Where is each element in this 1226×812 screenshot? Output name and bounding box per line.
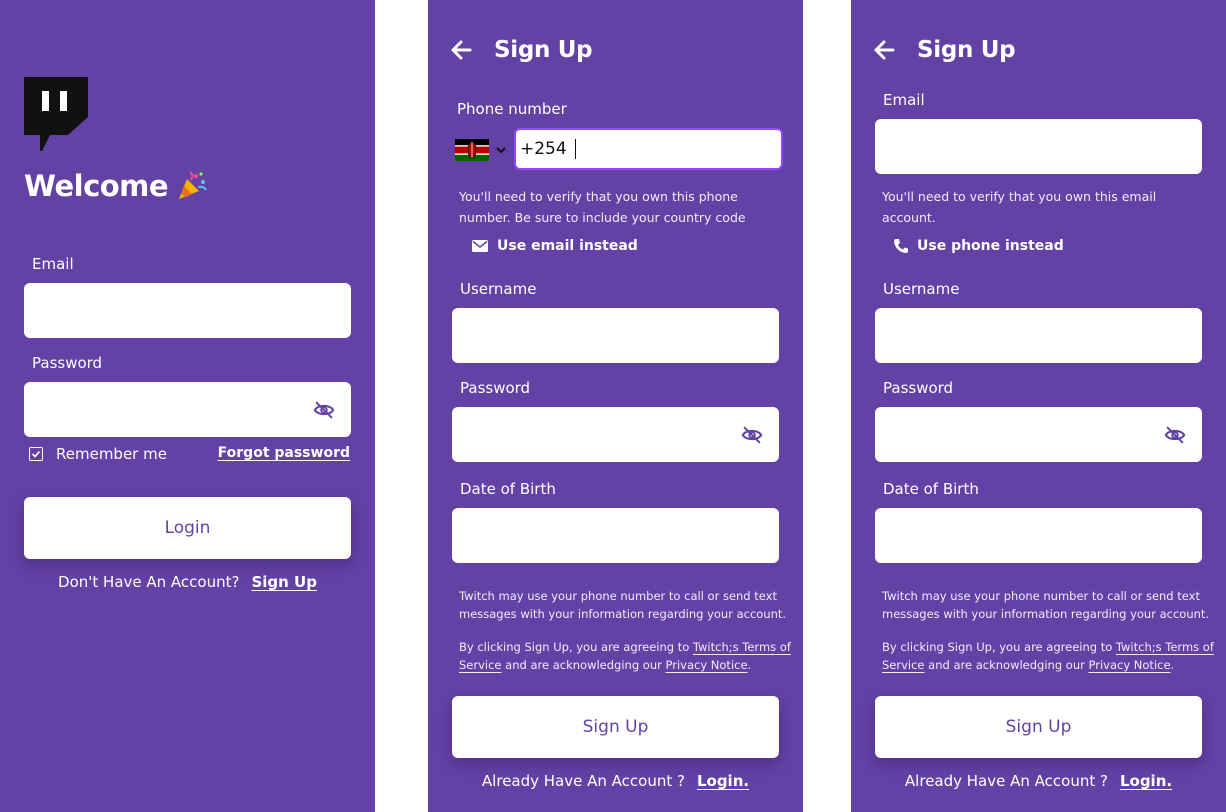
chevron-down-icon	[496, 147, 506, 154]
have-account-text: Already Have An Account ?	[904, 772, 1108, 790]
back-arrow-icon[interactable]	[450, 40, 472, 60]
check-icon	[31, 450, 41, 458]
welcome-text: Welcome	[24, 169, 169, 203]
eye-off-icon[interactable]	[313, 399, 335, 421]
verify-note: You'll need to verify that you own this …	[882, 189, 1157, 225]
back-arrow-icon[interactable]	[873, 40, 895, 60]
terms-prefix: By clicking Sign Up, you are agreeing to	[882, 640, 1113, 654]
eye-off-icon[interactable]	[1164, 424, 1186, 446]
email-input[interactable]	[24, 283, 351, 338]
use-email-toggle[interactable]: Use email instead	[472, 236, 638, 256]
sms-notice: Twitch may use your phone number to call…	[459, 589, 787, 621]
login-link[interactable]: Login.	[1120, 772, 1172, 790]
username-label: Username	[460, 280, 537, 298]
remember-label: Remember me	[56, 445, 167, 463]
terms-prefix: By clicking Sign Up, you are agreeing to	[459, 640, 690, 654]
login-link[interactable]: Login.	[697, 772, 749, 790]
login-prompt: Already Have An Account ? Login.	[851, 772, 1226, 790]
phone-input[interactable]: +254	[514, 128, 783, 170]
verify-note: You'll need to verify that you own this …	[459, 189, 746, 225]
have-account-text: Already Have An Account ?	[481, 772, 685, 790]
forgot-password-link[interactable]: Forgot password	[218, 445, 350, 461]
use-phone-label: Use phone instead	[917, 238, 1064, 254]
mail-icon	[472, 240, 488, 252]
terms-end: .	[747, 658, 752, 672]
email-label: Email	[883, 91, 925, 109]
login-prompt: Already Have An Account ? Login.	[428, 772, 803, 790]
page-title: Sign Up	[494, 37, 593, 63]
username-input[interactable]	[452, 308, 779, 363]
signup-prompt: Don't Have An Account? Sign Up	[0, 573, 375, 591]
privacy-link[interactable]: Privacy Notice	[666, 658, 748, 672]
signup-header: Sign Up	[450, 34, 593, 66]
signup-email-screen: Sign Up Email You'll need to verify that…	[851, 0, 1226, 812]
signup-header: Sign Up	[873, 34, 1016, 66]
privacy-link[interactable]: Privacy Notice	[1089, 658, 1171, 672]
remember-checkbox[interactable]	[29, 447, 43, 461]
dob-input[interactable]	[875, 508, 1202, 563]
party-popper-icon	[176, 170, 208, 202]
email-label: Email	[32, 255, 74, 273]
use-email-label: Use email instead	[497, 238, 638, 254]
username-label: Username	[883, 280, 960, 298]
terms-link-service[interactable]: Service	[882, 658, 925, 672]
terms-text: By clicking Sign Up, you are agreeing to…	[459, 638, 794, 674]
no-account-text: Don't Have An Account?	[58, 573, 240, 591]
signup-phone-screen: Sign Up Phone number +254 You'll need to…	[428, 0, 803, 812]
terms-link[interactable]: Twitch;s Terms of	[1116, 640, 1214, 654]
terms-middle: and are acknowledging our	[505, 658, 662, 672]
terms-middle: and are acknowledging our	[928, 658, 1085, 672]
text-cursor	[574, 139, 577, 159]
terms-end: .	[1170, 658, 1175, 672]
password-label: Password	[32, 354, 103, 372]
terms-link-service[interactable]: Service	[459, 658, 502, 672]
phone-value: +254	[520, 139, 567, 159]
password-input[interactable]	[452, 407, 779, 462]
password-input[interactable]	[875, 407, 1202, 462]
kenya-flag-icon	[455, 139, 489, 161]
sms-notice: Twitch may use your phone number to call…	[882, 589, 1210, 621]
page-title: Sign Up	[917, 37, 1016, 63]
password-label: Password	[883, 379, 954, 397]
twitch-logo	[24, 77, 88, 151]
phone-label: Phone number	[457, 100, 567, 118]
username-input[interactable]	[875, 308, 1202, 363]
welcome-heading: Welcome	[24, 166, 208, 206]
terms-link[interactable]: Twitch;s Terms of	[693, 640, 791, 654]
dob-label: Date of Birth	[460, 480, 556, 498]
email-input[interactable]	[875, 119, 1202, 174]
country-selector[interactable]	[455, 138, 507, 162]
password-input[interactable]	[24, 382, 351, 437]
phone-icon	[894, 239, 908, 253]
use-phone-toggle[interactable]: Use phone instead	[893, 236, 1064, 256]
login-button[interactable]: Login	[24, 497, 351, 559]
dob-label: Date of Birth	[883, 480, 979, 498]
terms-text: By clicking Sign Up, you are agreeing to…	[882, 638, 1222, 674]
login-screen: Welcome Email Password Remember me Forgo…	[0, 0, 375, 812]
signup-link[interactable]: Sign Up	[251, 573, 317, 591]
dob-input[interactable]	[452, 508, 779, 563]
password-label: Password	[460, 379, 531, 397]
signup-button[interactable]: Sign Up	[452, 696, 779, 758]
signup-button[interactable]: Sign Up	[875, 696, 1202, 758]
eye-off-icon[interactable]	[741, 424, 763, 446]
